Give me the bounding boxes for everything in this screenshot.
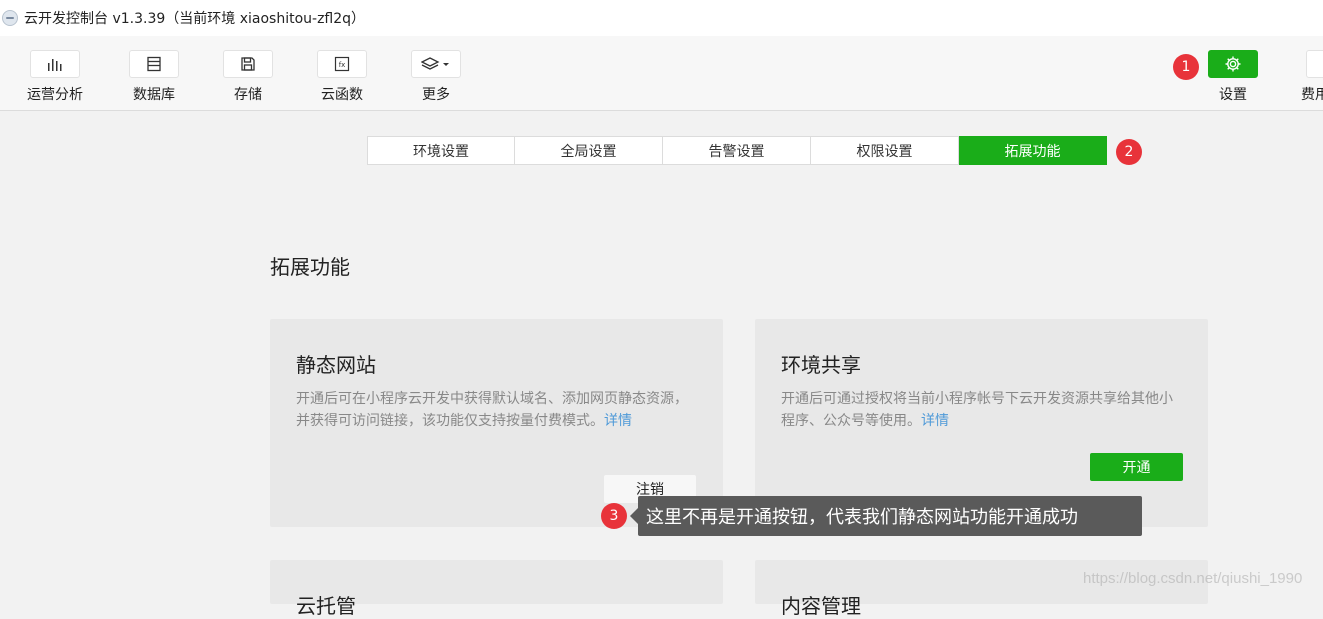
function-icon: fx: [317, 50, 367, 78]
card-cloud-hosting: 云托管: [270, 560, 723, 618]
card-description: 开通后可通过授权将当前小程序帐号下云开发资源共享给其他小程序、公众号等使用。详情: [781, 388, 1181, 432]
card-title: 云托管: [296, 594, 356, 618]
tab-env-settings[interactable]: 环境设置: [367, 136, 515, 165]
watermark: https://blog.csdn.net/qiushi_1990: [1083, 570, 1303, 587]
title-bar: 云开发控制台 v1.3.39（当前环境 xiaoshitou-zfl2q）: [0, 0, 1323, 36]
card-title: 环境共享: [781, 353, 861, 377]
tab-global-settings[interactable]: 全局设置: [515, 136, 663, 165]
toolbar-item-settings[interactable]: 设置: [1193, 50, 1273, 104]
toolbar-item-label: 数据库: [133, 87, 175, 103]
details-link[interactable]: 详情: [921, 413, 949, 429]
save-icon: [223, 50, 273, 78]
toolbar-item-functions[interactable]: fx 云函数: [302, 50, 382, 104]
card-title: 内容管理: [781, 594, 861, 618]
activate-button[interactable]: 开通: [1090, 453, 1183, 481]
tab-permission-settings[interactable]: 权限设置: [811, 136, 959, 165]
toolbar-item-database[interactable]: 数据库: [114, 50, 194, 104]
bar-chart-icon: [30, 50, 80, 78]
toolbar-item-cost[interactable]: 费用: [1298, 50, 1323, 104]
app-icon: [2, 10, 18, 26]
toolbar-item-label: 云函数: [321, 87, 363, 103]
toolbar-item-label: 费用: [1301, 87, 1323, 103]
tab-extensions[interactable]: 拓展功能: [959, 136, 1107, 165]
gear-icon: [1208, 50, 1258, 78]
step-badge-3: 3: [601, 503, 627, 529]
svg-text:fx: fx: [339, 61, 346, 69]
card-description-text: 开通后可通过授权将当前小程序帐号下云开发资源共享给其他小程序、公众号等使用。: [781, 391, 1173, 429]
toolbar: 运营分析 数据库 存储 fx 云函数 更多 1 设置 费用: [0, 36, 1323, 111]
toolbar-item-label: 设置: [1219, 87, 1247, 103]
settings-tabs: 环境设置 全局设置 告警设置 权限设置 拓展功能: [367, 136, 1107, 165]
toolbar-item-storage[interactable]: 存储: [208, 50, 288, 104]
layers-icon: [411, 50, 461, 78]
annotation-tooltip: 这里不再是开通按钮，代表我们静态网站功能开通成功: [630, 496, 1142, 536]
cost-icon: [1306, 50, 1323, 78]
tab-alert-settings[interactable]: 告警设置: [663, 136, 811, 165]
details-link[interactable]: 详情: [604, 413, 632, 429]
card-description: 开通后可在小程序云开发中获得默认域名、添加网页静态资源，并获得可访问链接，该功能…: [296, 388, 696, 432]
toolbar-item-analytics[interactable]: 运营分析: [15, 50, 95, 104]
page-title: 拓展功能: [270, 255, 350, 279]
toolbar-item-label: 运营分析: [27, 87, 83, 103]
card-title: 静态网站: [296, 353, 376, 377]
window-title: 云开发控制台 v1.3.39（当前环境 xiaoshitou-zfl2q）: [24, 11, 366, 27]
toolbar-item-label: 更多: [422, 87, 450, 103]
toolbar-item-label: 存储: [234, 87, 262, 103]
database-icon: [129, 50, 179, 78]
toolbar-item-more[interactable]: 更多: [396, 50, 476, 104]
step-badge-2: 2: [1116, 139, 1142, 165]
